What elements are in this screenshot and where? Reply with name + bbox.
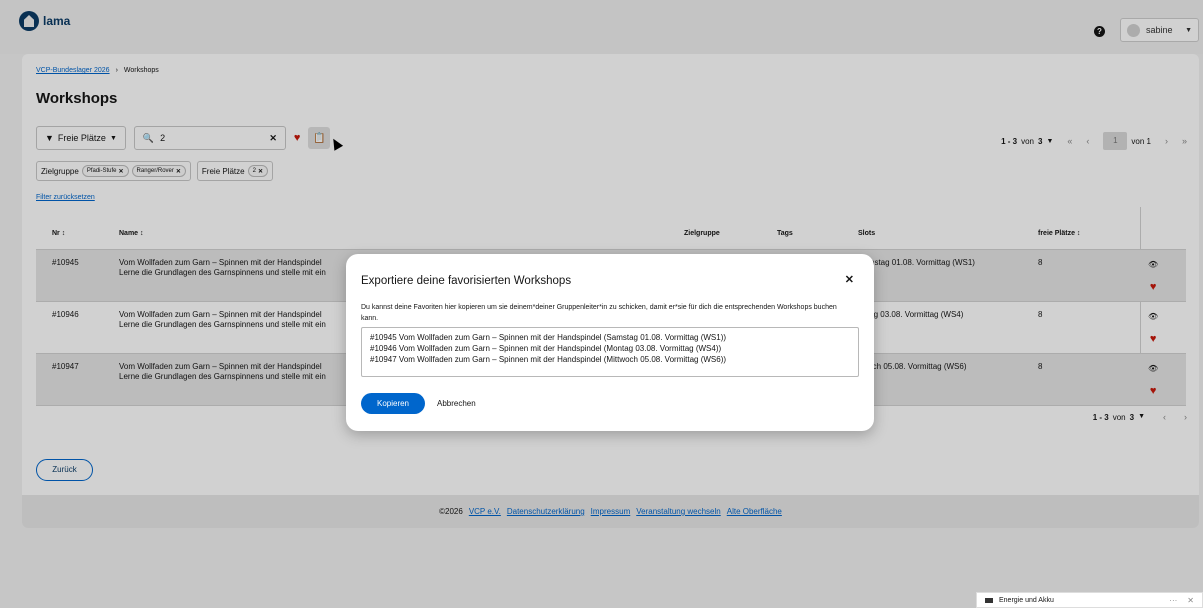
favorite-line: #10945 Vom Wollfaden zum Garn – Spinnen … (370, 333, 727, 342)
toast-text: Energie und Akku (999, 596, 1054, 604)
modal-title: Exportiere deine favorisierten Workshops (361, 275, 572, 287)
system-toast[interactable]: Energie und Akku ··· ✕ (976, 592, 1203, 608)
close-icon[interactable]: ✕ (845, 273, 854, 286)
favorite-line: #10947 Vom Wollfaden zum Garn – Spinnen … (370, 355, 727, 364)
more-icon[interactable]: ··· (1169, 596, 1177, 605)
favorites-textarea[interactable]: #10945 Vom Wollfaden zum Garn – Spinnen … (361, 327, 859, 377)
modal-description: Du kannst deine Favoriten hier kopieren … (361, 304, 837, 322)
export-favorites-modal: Exportiere deine favorisierten Workshops… (346, 254, 874, 431)
favorite-line: #10946 Vom Wollfaden zum Garn – Spinnen … (370, 344, 722, 353)
cancel-button[interactable]: Abbrechen (437, 399, 476, 408)
close-icon[interactable]: ✕ (1187, 596, 1194, 605)
copy-button[interactable]: Kopieren (361, 393, 425, 414)
battery-icon (985, 597, 993, 603)
